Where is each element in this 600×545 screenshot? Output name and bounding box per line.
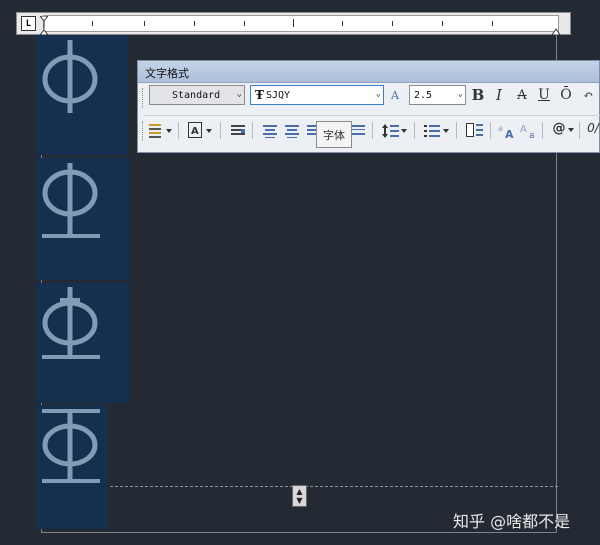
toolbar-separator: [414, 122, 415, 139]
align-left-icon[interactable]: [262, 123, 278, 139]
toolbar-separator: [372, 122, 373, 139]
watermark: 知乎 @啥都不是: [453, 512, 571, 531]
toolbar-separator: [178, 122, 179, 139]
phi-double-bar-glyph-icon: [42, 287, 100, 359]
toolbar-grip[interactable]: [142, 121, 145, 141]
toolbar-separator: [542, 122, 543, 139]
right-indent-marker-icon[interactable]: [552, 16, 560, 35]
columns-icon[interactable]: A: [188, 122, 214, 140]
toolbar-separator: [252, 122, 253, 139]
text-boundary-line: [105, 486, 558, 487]
phi-glyph-icon: [42, 40, 98, 113]
resize-down-icon: ▼: [296, 496, 303, 505]
toolbar-grip[interactable]: [142, 88, 145, 108]
ruler-tick: [194, 21, 195, 26]
ruler-track[interactable]: [40, 15, 560, 35]
text-formatting-toolbar[interactable]: 文字格式 Standard ⌄ Ŧ SJQY ⌄ A 2.5 ⌄ B I A U…: [137, 60, 600, 153]
strikethrough-button[interactable]: A: [513, 85, 531, 105]
glyph-cell[interactable]: [36, 35, 128, 155]
bold-button[interactable]: B: [469, 85, 487, 105]
svg-text:a: a: [498, 124, 503, 133]
align-center-icon[interactable]: [284, 123, 300, 139]
underline-button[interactable]: U: [535, 85, 553, 105]
font-tooltip: 字体: [316, 121, 352, 148]
toolbar-separator: [579, 122, 580, 139]
overline-button[interactable]: Ō: [557, 85, 575, 105]
text-height-dropdown[interactable]: 2.5 ⌄: [409, 85, 466, 105]
style-dropdown[interactable]: Standard ⌄: [149, 85, 245, 105]
undo-button[interactable]: ↶: [580, 85, 596, 105]
glyph-cell[interactable]: [36, 158, 130, 280]
text-height-value: 2.5: [414, 89, 433, 101]
toolbar-separator: [490, 122, 491, 139]
toolbar-title[interactable]: 文字格式: [138, 61, 599, 83]
tab-type-button[interactable]: L: [21, 16, 36, 31]
indent-marker-icon[interactable]: [40, 16, 48, 35]
ruler-tick: [492, 21, 493, 26]
phi-boxed-glyph-icon: [42, 409, 100, 483]
stack-icon[interactable]: [149, 123, 173, 139]
toolbar-separator: [456, 122, 457, 139]
toolbar-row-1: Standard ⌄ Ŧ SJQY ⌄ A 2.5 ⌄ B I A U Ō ↶: [138, 85, 599, 113]
numbering-icon[interactable]: [424, 122, 450, 140]
glyph-cell[interactable]: [36, 405, 108, 529]
ruler-tick: [144, 21, 145, 26]
resize-up-icon: ▲: [296, 487, 303, 496]
ruler-tick: [92, 21, 93, 26]
distribute-icon[interactable]: [350, 123, 366, 139]
italic-button[interactable]: I: [490, 85, 508, 105]
phi-underline-glyph-icon: [42, 163, 100, 238]
svg-text:A: A: [505, 128, 514, 140]
ruler-tick: [442, 21, 443, 26]
resize-handle[interactable]: ▲ ▼: [292, 485, 307, 507]
line-spacing-icon[interactable]: [382, 122, 408, 140]
uppercase-icon[interactable]: a A: [498, 122, 516, 140]
oblique-angle-button[interactable]: 0/: [586, 118, 600, 138]
toolbar-row-2: A a A A a @ 0/: [138, 118, 599, 146]
mtext-justify-icon[interactable]: [230, 123, 246, 139]
chevron-down-icon: ⌄: [457, 89, 463, 99]
ruler-tick: [244, 21, 245, 26]
chevron-down-icon: ⌄: [236, 89, 242, 99]
glyph-cell[interactable]: [36, 283, 130, 403]
annotative-icon[interactable]: A: [387, 85, 403, 105]
chevron-down-icon: ⌄: [375, 89, 381, 99]
svg-text:a: a: [529, 131, 535, 140]
insert-field-icon[interactable]: [466, 122, 484, 140]
toolbar-separator: [220, 122, 221, 139]
svg-text:A: A: [191, 126, 199, 137]
ruler-tick: [392, 21, 393, 26]
ruler-tick: [293, 19, 294, 27]
chevron-down-icon[interactable]: [567, 126, 575, 134]
symbol-button[interactable]: @: [551, 118, 567, 138]
lowercase-icon[interactable]: A a: [520, 122, 538, 140]
ruler-tick: [342, 21, 343, 26]
font-type-icon: Ŧ: [255, 88, 264, 102]
ruler[interactable]: L: [16, 12, 571, 35]
font-value: SJQY: [265, 89, 291, 101]
svg-text:A: A: [520, 124, 527, 135]
font-dropdown[interactable]: Ŧ SJQY ⌄: [250, 85, 384, 105]
toolbar-row-divider: [144, 115, 600, 116]
style-value: Standard: [172, 89, 221, 101]
